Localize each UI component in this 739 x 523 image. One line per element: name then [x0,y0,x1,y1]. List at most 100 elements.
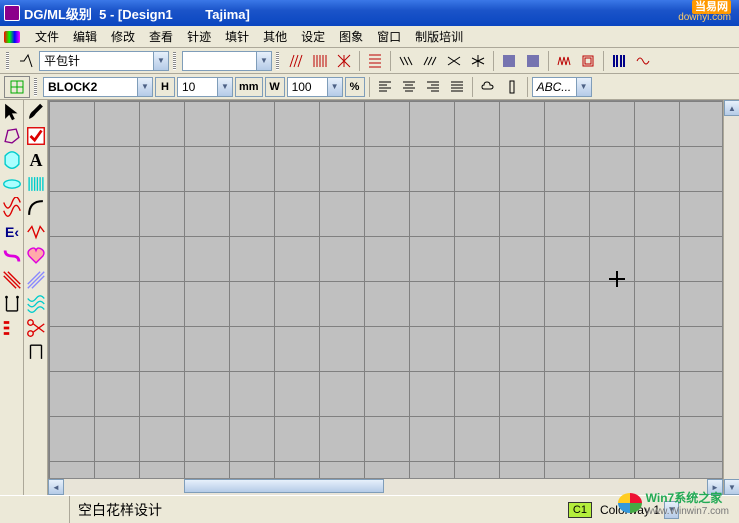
menu-bar: 文件 编辑 修改 查看 针迹 填针 其他 设定 图象 窗口 制版培训 [0,26,739,48]
percent-label: % [345,77,365,97]
chevron-down-icon[interactable]: ▼ [153,52,168,70]
shape-vert-button[interactable] [501,76,523,98]
align-left-button[interactable] [374,76,396,98]
chevron-down-icon[interactable]: ▼ [137,78,152,96]
unit-label: mm [235,77,263,97]
chevron-down-icon[interactable]: ▼ [327,78,342,96]
swirl-tool[interactable] [0,244,24,268]
menu-training[interactable]: 制版培训 [408,26,470,47]
ew-tool[interactable]: E‹ [0,220,24,244]
stitch-radial-button[interactable] [467,50,489,72]
fill-b-tool[interactable] [0,172,24,196]
toolbar-secondary: BLOCK2 ▼ H 10 ▼ mm W 100 ▼ % ABC... ▼ [0,74,739,100]
text-combo[interactable]: ABC... ▼ [532,77,592,97]
wave-multi-tool[interactable] [24,292,48,316]
crosshair-cursor-icon [609,271,625,287]
menubar-icon [4,31,20,43]
status-color-chip[interactable]: C1 [568,502,592,518]
menu-modify[interactable]: 修改 [104,26,142,47]
vstripe-tool[interactable] [24,172,48,196]
shape-cloud-button[interactable] [477,76,499,98]
anchor-down-tool[interactable] [0,292,24,316]
status-left-pane [0,496,70,523]
stitch-dense-h-button[interactable] [522,50,544,72]
watermark: Win7系统之家 www.Winwin7.com [618,489,729,517]
width-label: W [265,77,285,97]
height-combo[interactable]: 10 ▼ [177,77,233,97]
align-justify-button[interactable] [446,76,468,98]
menu-file[interactable]: 文件 [28,26,66,47]
anchor-up-tool[interactable] [24,340,48,364]
menu-edit[interactable]: 编辑 [66,26,104,47]
grip-icon [6,52,9,70]
stitch-cross-button[interactable] [443,50,465,72]
scroll-thumb[interactable] [184,479,384,493]
stitch-type-value: 平包针 [40,52,153,69]
row-start-tool[interactable] [0,316,24,340]
stitch-wave-button[interactable] [632,50,654,72]
heart-tool[interactable] [24,244,48,268]
menu-settings[interactable]: 设定 [294,26,332,47]
design-canvas[interactable] [48,100,723,479]
stitch-pattern-1-button[interactable] [285,50,307,72]
grip-icon [173,52,176,70]
grid-overlay [49,101,722,478]
stitch-outline-button[interactable] [577,50,599,72]
toolbox-left-2: A [24,100,48,495]
chevron-down-icon[interactable]: ▼ [256,52,271,70]
stitch-bars-button[interactable] [608,50,630,72]
stitch-dense-v-button[interactable] [498,50,520,72]
canvas-area: ◄ ► [48,100,723,495]
polygon-tool[interactable] [0,124,24,148]
windows-logo-icon [618,493,642,513]
stitch-start-icon[interactable] [15,50,37,72]
grip-icon [276,52,279,70]
height-label: H [155,77,175,97]
menu-window[interactable]: 窗口 [370,26,408,47]
chevron-down-icon[interactable]: ▼ [576,78,591,96]
zigline-tool[interactable] [24,220,48,244]
diag-b-tool[interactable] [24,268,48,292]
status-design-name: 空白花样设计 [70,500,568,520]
scroll-left-icon[interactable]: ◄ [48,479,64,495]
status-bar: 空白花样设计 C1 Colorway 1 ▼ Win7系统之家 www.Winw… [0,495,739,523]
menu-view[interactable]: 查看 [142,26,180,47]
stitch-pattern-2-button[interactable] [309,50,331,72]
stitch-zigzag-button[interactable] [553,50,575,72]
toolbar-primary: 平包针 ▼ ▼ [0,48,739,74]
fill-a-tool[interactable] [0,148,24,172]
stitch-pattern-3-button[interactable] [333,50,355,72]
app-icon [4,5,20,21]
site-logo: 当易网 downyi.com [678,2,731,23]
brush-tool[interactable] [24,100,48,124]
wave-tool[interactable] [0,196,24,220]
font-combo[interactable]: BLOCK2 ▼ [43,77,153,97]
scissors-tool[interactable] [24,316,48,340]
chevron-down-icon[interactable]: ▼ [217,78,232,96]
check-tool[interactable] [24,124,48,148]
diag-a-tool[interactable] [0,268,24,292]
menu-stitch[interactable]: 针迹 [180,26,218,47]
grid-units-button[interactable] [4,76,30,98]
vertical-scrollbar[interactable]: ▲ ▼ [723,100,739,495]
stitch-pattern-4-button[interactable] [364,50,386,72]
align-right-button[interactable] [422,76,444,98]
menu-image[interactable]: 图象 [332,26,370,47]
stitch-diag-left-button[interactable] [395,50,417,72]
main-area: E‹ A ◄ ► ▲ ▼ [0,100,739,495]
window-title: DG/ML级别 5 - [Design1 Tajima] [24,4,735,23]
menu-other[interactable]: 其他 [256,26,294,47]
pointer-tool[interactable] [0,100,24,124]
grip-icon [34,78,37,96]
menu-fill[interactable]: 填针 [218,26,256,47]
scroll-up-icon[interactable]: ▲ [724,100,739,116]
align-center-button[interactable] [398,76,420,98]
text-tool[interactable]: A [24,148,48,172]
stitch-type-combo[interactable]: 平包针 ▼ [39,51,169,71]
curve-tool[interactable] [24,196,48,220]
combo-2[interactable]: ▼ [182,51,272,71]
title-bar: DG/ML级别 5 - [Design1 Tajima] 当易网 downyi.… [0,0,739,26]
stitch-diag-right-button[interactable] [419,50,441,72]
width-combo[interactable]: 100 ▼ [287,77,343,97]
toolbox-left-1: E‹ [0,100,24,495]
